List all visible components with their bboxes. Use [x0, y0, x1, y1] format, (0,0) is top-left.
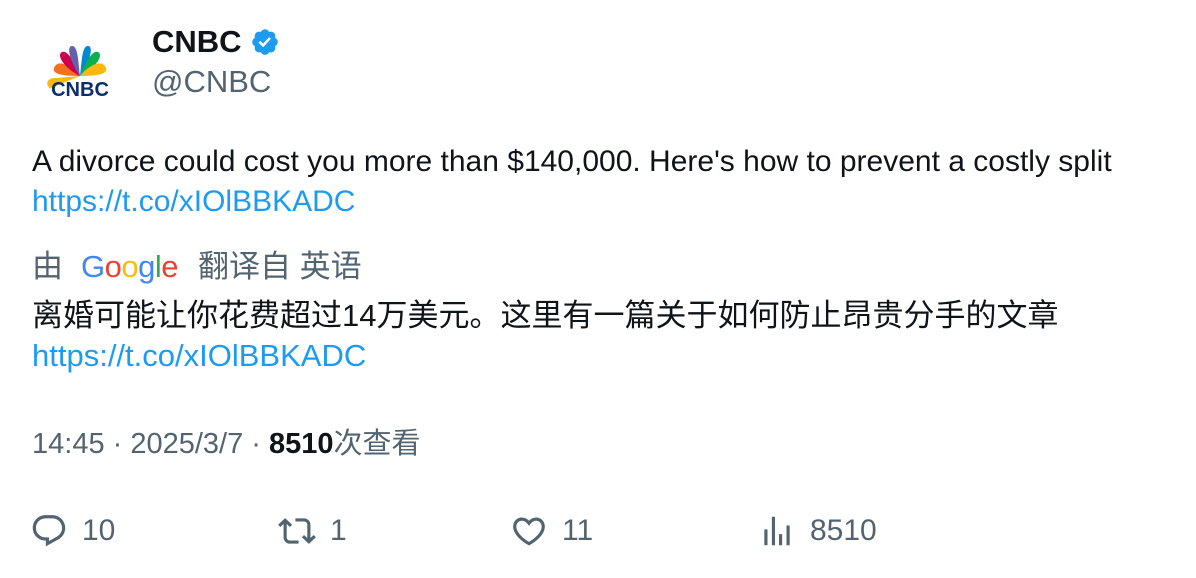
avatar[interactable]: CNBC [32, 28, 128, 124]
action-bar: 10 1 11 8510 [30, 508, 1170, 558]
author-name-row[interactable]: CNBC [152, 22, 280, 62]
author-handle[interactable]: @CNBC [152, 62, 271, 102]
like-count: 11 [562, 514, 594, 547]
views-count: 8510 [810, 514, 877, 547]
translated-link[interactable]: https://t.co/xIOlBBKADC [32, 338, 366, 373]
translation-prefix: 由 [32, 249, 63, 284]
views-button[interactable]: 8510 [758, 508, 877, 554]
like-button[interactable]: 11 [510, 508, 593, 554]
tweet-body: A divorce could cost you more than $140,… [32, 145, 1112, 178]
tweet-time[interactable]: 14:45 [32, 428, 105, 460]
translated-text: 离婚可能让你花费超过14万美元。这里有一篇关于如何防止昂贵分手的文章 https… [32, 296, 1162, 376]
author-name[interactable]: CNBC [152, 22, 242, 62]
retweet-count: 1 [330, 514, 347, 547]
analytics-icon [764, 516, 790, 546]
translated-body: 离婚可能让你花费超过14万美元。这里有一篇关于如何防止昂贵分手的文章 [32, 298, 1059, 333]
retweet-icon [278, 518, 316, 544]
meta-separator: · [243, 428, 270, 460]
meta-separator: · [104, 428, 131, 460]
tweet-text: A divorce could cost you more than $140,… [32, 142, 1162, 222]
translation-suffix: 翻译自 英语 [198, 249, 362, 284]
reply-icon [32, 515, 66, 547]
tweet-date[interactable]: 2025/3/7 [130, 428, 243, 460]
translation-attribution: 由 Google 翻译自 英语 [32, 246, 362, 288]
heart-icon [513, 517, 545, 546]
reply-button[interactable]: 10 [30, 508, 115, 554]
cnbc-peacock-logo-icon: CNBC [47, 46, 109, 101]
tweet-meta: 14:45 · 2025/3/7 · 8510次查看 [32, 424, 421, 464]
view-count: 8510 [269, 428, 334, 460]
tweet-link[interactable]: https://t.co/xIOlBBKADC [32, 185, 355, 218]
verified-badge-icon[interactable] [250, 27, 280, 57]
avatar-text: CNBC [51, 79, 109, 101]
reply-count: 10 [82, 514, 116, 547]
view-count-label: 次查看 [333, 428, 421, 460]
retweet-button[interactable]: 1 [278, 508, 347, 554]
google-logo-icon[interactable]: Google [81, 246, 179, 288]
